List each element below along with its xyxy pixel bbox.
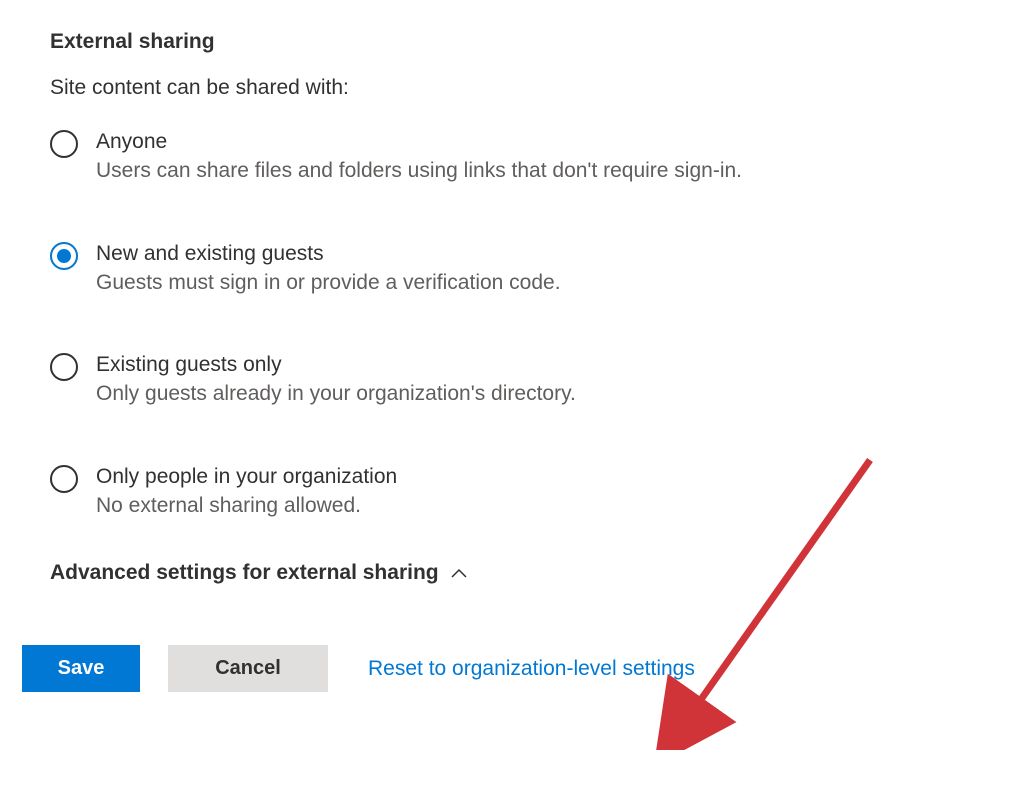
sharing-options-group: Anyone Users can share files and folders… bbox=[50, 128, 974, 519]
radio-label: New and existing guests bbox=[96, 240, 561, 267]
radio-icon bbox=[50, 465, 78, 493]
footer-actions: Save Cancel Reset to organization-level … bbox=[22, 645, 974, 692]
radio-icon bbox=[50, 130, 78, 158]
radio-description: Users can share files and folders using … bbox=[96, 157, 742, 184]
radio-label: Existing guests only bbox=[96, 351, 576, 378]
cancel-button[interactable]: Cancel bbox=[168, 645, 328, 692]
radio-description: Guests must sign in or provide a verific… bbox=[96, 269, 561, 296]
radio-option-org-only[interactable]: Only people in your organization No exte… bbox=[50, 463, 974, 520]
radio-label: Anyone bbox=[96, 128, 742, 155]
radio-option-existing-guests[interactable]: Existing guests only Only guests already… bbox=[50, 351, 974, 408]
radio-icon bbox=[50, 353, 78, 381]
advanced-settings-expander[interactable]: Advanced settings for external sharing bbox=[50, 561, 974, 585]
external-sharing-panel: External sharing Site content can be sha… bbox=[50, 30, 974, 692]
radio-description: No external sharing allowed. bbox=[96, 492, 397, 519]
section-subtitle: Site content can be shared with: bbox=[50, 76, 974, 100]
chevron-up-icon bbox=[451, 568, 467, 578]
radio-option-anyone[interactable]: Anyone Users can share files and folders… bbox=[50, 128, 974, 185]
reset-link[interactable]: Reset to organization-level settings bbox=[368, 657, 695, 681]
radio-dot-icon bbox=[57, 249, 71, 263]
radio-icon bbox=[50, 242, 78, 270]
radio-option-new-existing-guests[interactable]: New and existing guests Guests must sign… bbox=[50, 240, 974, 297]
radio-label: Only people in your organization bbox=[96, 463, 397, 490]
radio-description: Only guests already in your organization… bbox=[96, 380, 576, 407]
expander-label: Advanced settings for external sharing bbox=[50, 561, 439, 585]
save-button[interactable]: Save bbox=[22, 645, 140, 692]
section-title: External sharing bbox=[50, 30, 974, 54]
